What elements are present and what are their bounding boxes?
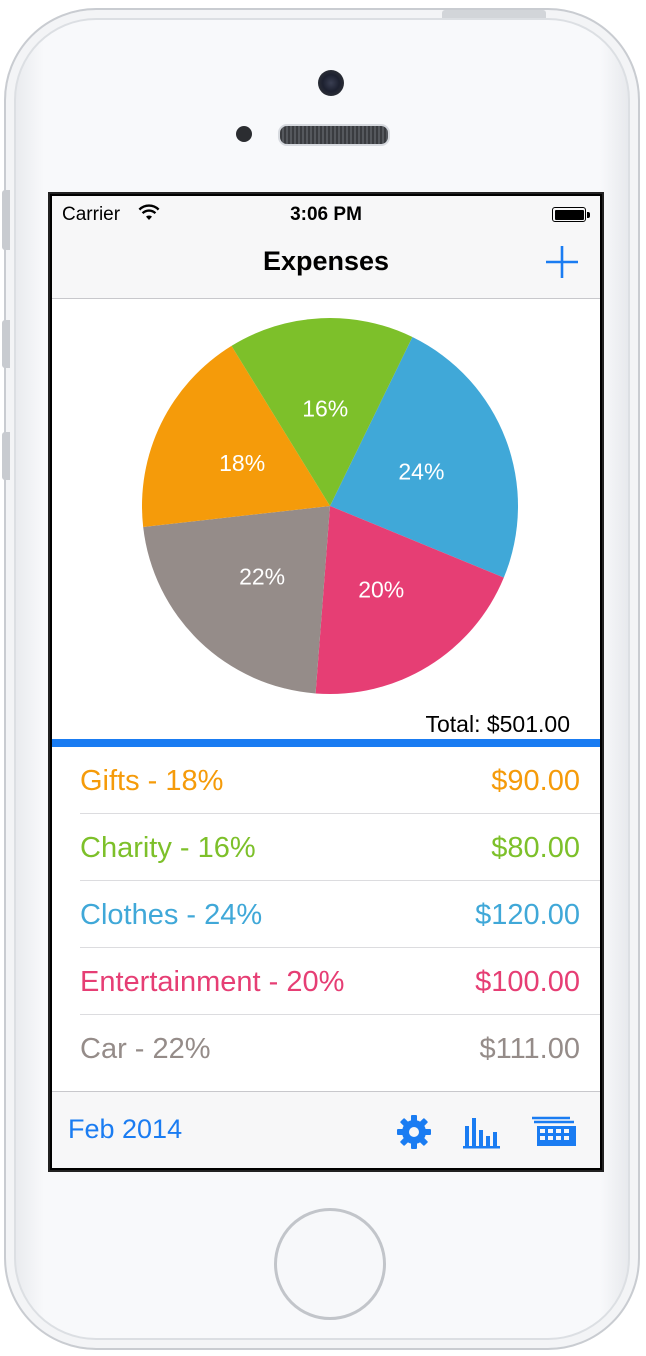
expense-amount: $111.00 [479, 1033, 580, 1065]
list-item[interactable]: Clothes - 24% $120.00 [80, 881, 600, 948]
navigation-bar: Expenses [52, 234, 600, 299]
status-bar: Carrier 3:06 PM [52, 196, 600, 234]
pie-slice-label: 20% [358, 576, 404, 602]
total-label: Total: $501.00 [425, 711, 570, 737]
list-item[interactable]: Entertainment - 20% $100.00 [80, 948, 600, 1015]
pie-slice-label: 18% [219, 450, 265, 476]
list-item[interactable]: Gifts - 18% $90.00 [80, 747, 600, 814]
app-screen: Carrier 3:06 PM Expenses 24% 20% 22% 18% 16%… [52, 196, 600, 1168]
expense-amount: $80.00 [491, 832, 580, 864]
expense-label: Car - 22% [80, 1033, 211, 1065]
pie-slice-label: 16% [302, 395, 348, 421]
expense-amount: $90.00 [491, 765, 580, 797]
list-item[interactable]: Charity - 16% $80.00 [80, 814, 600, 881]
expense-label: Charity - 16% [80, 832, 256, 864]
month-selector[interactable]: Feb 2014 [68, 1114, 182, 1145]
mute-switch [2, 190, 10, 250]
status-time: 3:06 PM [290, 204, 362, 225]
expense-amount: $120.00 [475, 899, 580, 931]
bar-chart-icon[interactable] [462, 1112, 502, 1152]
power-button [442, 10, 546, 18]
bottom-toolbar: Feb 2014 [52, 1091, 600, 1168]
calendar-grid-icon[interactable] [530, 1112, 578, 1152]
front-camera [318, 70, 344, 96]
proximity-sensor [236, 126, 252, 142]
expense-label: Clothes - 24% [80, 899, 263, 931]
volume-down-button [2, 432, 10, 480]
pie-slice-label: 22% [239, 563, 285, 589]
page-title: Expenses [262, 246, 390, 276]
expense-label: Gifts - 18% [80, 765, 224, 797]
list-item[interactable]: Car - 22% $111.00 [80, 1015, 600, 1081]
pie-chart[interactable]: 24% 20% 22% 18% 16% [52, 299, 600, 709]
screen: Carrier 3:06 PM Expenses 24% 20% 22% 18% 16%… [48, 192, 604, 1172]
expense-amount: $100.00 [475, 966, 580, 998]
volume-up-button [2, 320, 10, 368]
home-button[interactable] [274, 1208, 386, 1320]
expense-label: Entertainment - 20% [80, 966, 345, 998]
expense-list: Gifts - 18% $90.00 Charity - 16% $80.00 Clot… [52, 747, 600, 1081]
earpiece-speaker [278, 124, 390, 146]
chart-area: 24% 20% 22% 18% 16% Total: $501.00 [52, 299, 600, 739]
pie-slice-car[interactable] [143, 506, 330, 694]
accent-divider [52, 739, 600, 747]
gear-icon[interactable] [394, 1112, 434, 1152]
pie-slice-label: 24% [398, 458, 444, 484]
plus-icon[interactable] [542, 242, 582, 282]
battery-icon [552, 207, 590, 222]
